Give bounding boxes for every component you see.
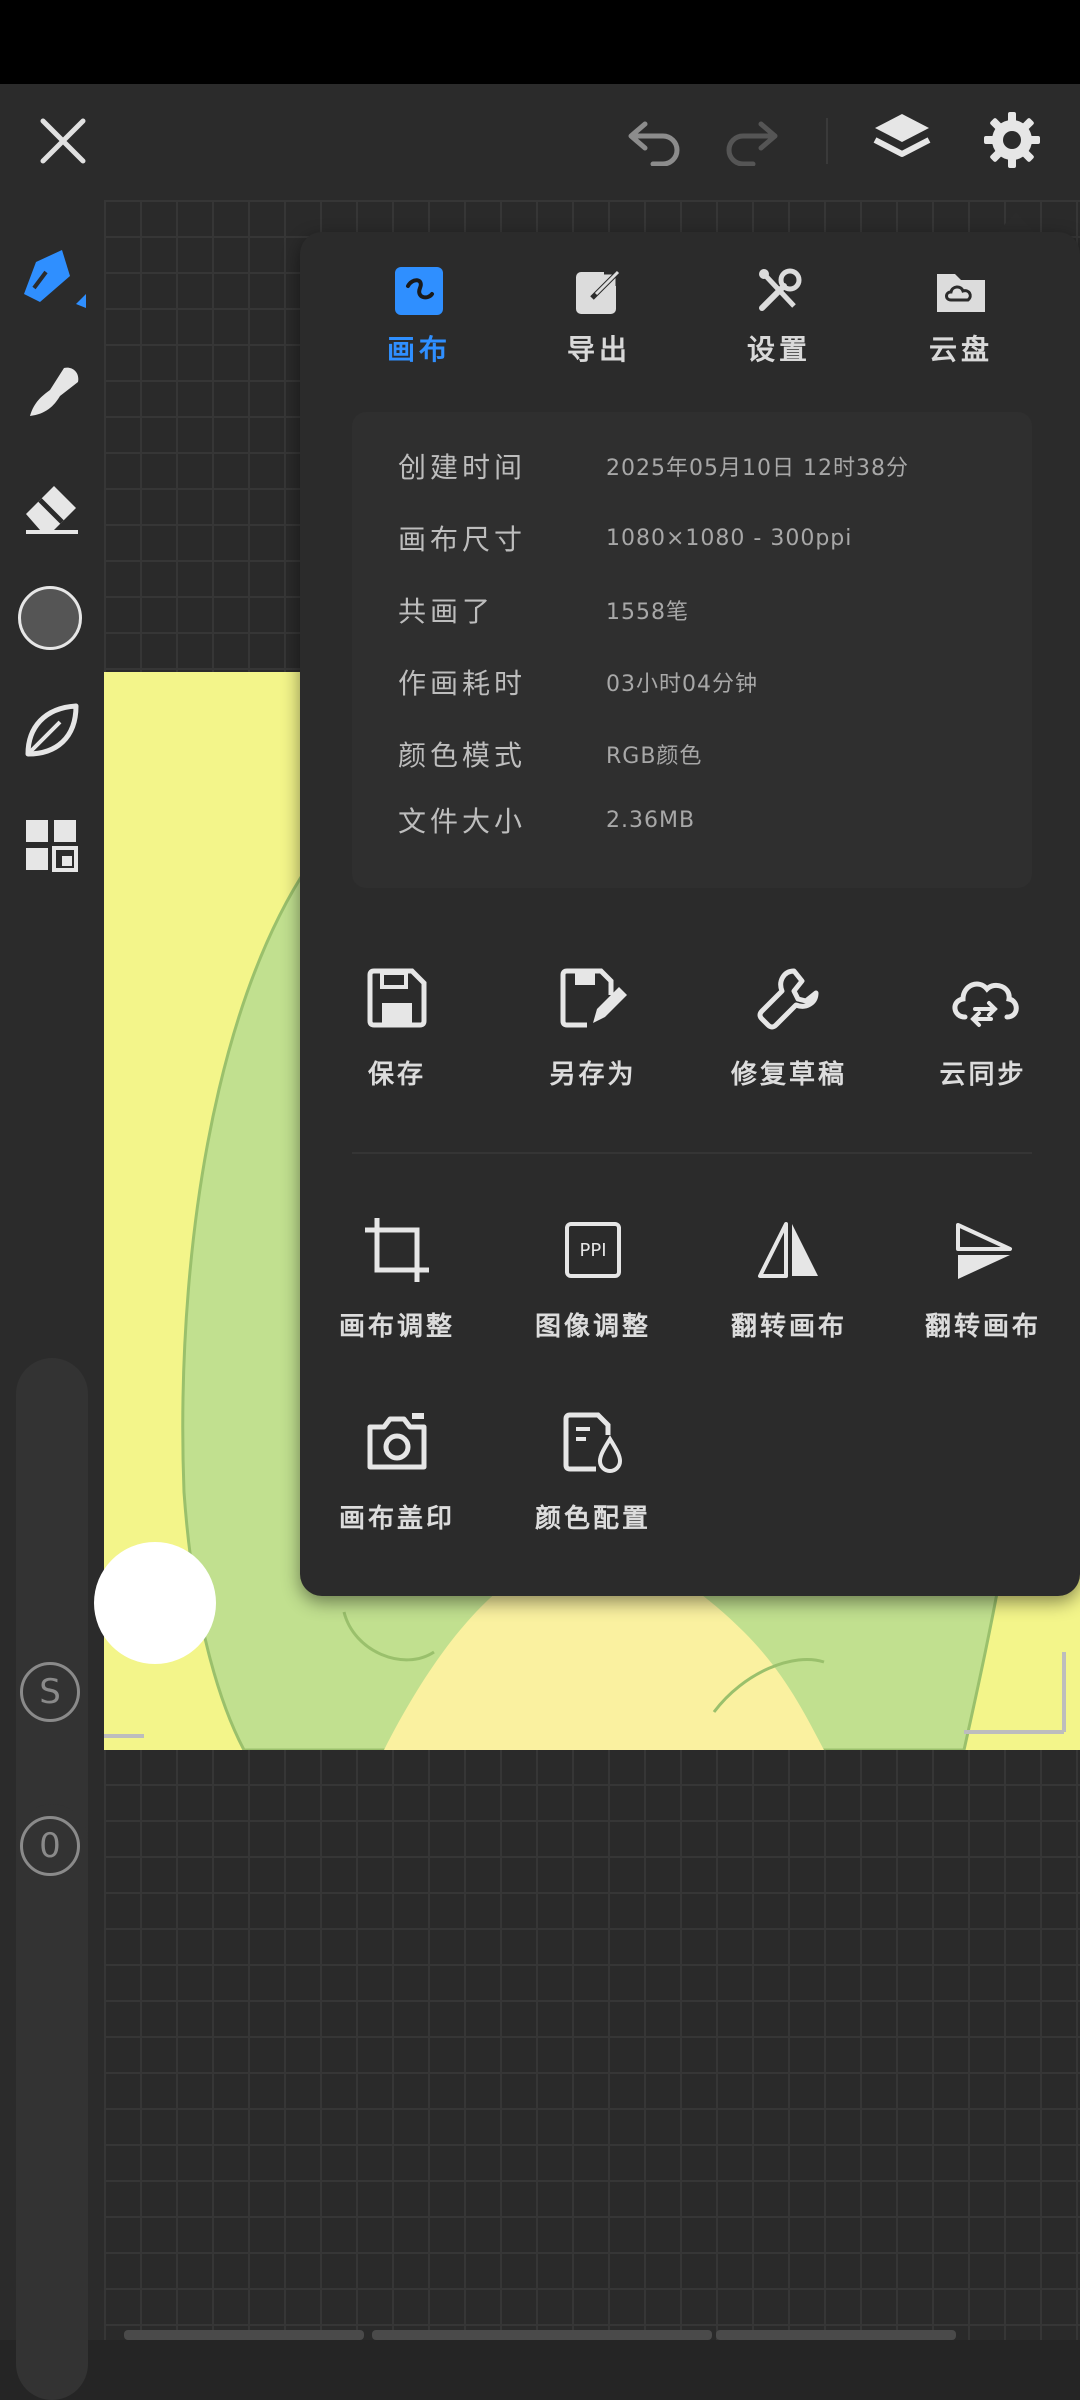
toolbar-divider [826, 118, 828, 164]
save-label: 保存 [367, 1060, 426, 1090]
redo-icon[interactable] [716, 108, 786, 174]
info-label: 文件大小 [398, 805, 527, 838]
tab-settings[interactable]: 设置 [704, 264, 854, 394]
save-as-icon [555, 960, 631, 1036]
flip-vertical-icon [945, 1212, 1021, 1288]
tool-sidebar: S 0 [0, 200, 104, 2400]
eraser-icon[interactable] [14, 468, 90, 544]
save-icon [359, 960, 435, 1036]
cloud-sync-label: 云同步 [939, 1060, 1027, 1090]
ppi-icon: PPI [555, 1212, 631, 1288]
actions-divider [352, 1152, 1032, 1154]
repair-icon [751, 960, 827, 1036]
brush-icon[interactable] [14, 240, 90, 316]
canvas-handle[interactable] [94, 1542, 216, 1664]
info-row-strokes: 共画了 1558笔 [398, 580, 1018, 640]
flip-vertical-button[interactable]: 翻转画布 [888, 1212, 1078, 1362]
flip-horizontal-icon [751, 1212, 827, 1288]
brush-size-badge: S [20, 1662, 80, 1722]
canvas-adjust-label: 画布调整 [338, 1312, 455, 1342]
bottom-tab-strip [372, 2330, 712, 2340]
save-as-label: 另存为 [549, 1060, 637, 1090]
opacity-slider[interactable] [16, 1804, 88, 2400]
tab-canvas[interactable]: 画布 [344, 264, 494, 394]
flip-vertical-label: 翻转画布 [924, 1312, 1041, 1342]
info-row-file-size: 文件大小 2.36MB [398, 790, 1018, 850]
info-label: 作画耗时 [398, 667, 527, 700]
canvas-stamp-label: 画布盖印 [338, 1504, 455, 1534]
canvas-stamp-button[interactable]: 画布盖印 [302, 1404, 492, 1554]
info-label: 创建时间 [398, 451, 527, 484]
repair-draft-button[interactable]: 修复草稿 [694, 960, 884, 1110]
image-adjust-button[interactable]: PPI 图像调整 [498, 1212, 688, 1362]
tab-cloud-label: 云盘 [928, 333, 993, 366]
info-value: 1558笔 [606, 600, 689, 625]
settings-tools-icon [752, 264, 806, 318]
save-as-button[interactable]: 另存为 [498, 960, 688, 1110]
grid-menu-icon[interactable] [14, 808, 90, 884]
smudge-icon[interactable] [14, 354, 90, 430]
info-row-size: 画布尺寸 1080×1080 - 300ppi [398, 508, 1018, 568]
color-profile-icon [555, 1404, 631, 1480]
canvas-info-box: 创建时间 2025年05月10日 12时38分 画布尺寸 1080×1080 -… [352, 412, 1032, 888]
leaf-icon[interactable] [14, 692, 90, 768]
repair-label: 修复草稿 [730, 1060, 847, 1090]
info-value: 2025年05月10日 12时38分 [606, 456, 909, 481]
status-bar [0, 0, 1080, 84]
camera-icon [359, 1404, 435, 1480]
info-value: 1080×1080 - 300ppi [606, 525, 853, 551]
cloud-folder-icon [934, 264, 988, 318]
gear-icon[interactable] [976, 104, 1048, 176]
tab-cloud[interactable]: 云盘 [886, 264, 1036, 394]
tab-export-label: 导出 [566, 333, 631, 366]
cloud-sync-button[interactable]: 云同步 [888, 960, 1078, 1110]
info-value: 03小时04分钟 [606, 672, 758, 697]
flip-horizontal-button[interactable]: 翻转画布 [694, 1212, 884, 1362]
info-label: 共画了 [398, 595, 495, 628]
tab-canvas-label: 画布 [386, 333, 451, 366]
ppi-icon-text: PPI [565, 1222, 621, 1278]
flip-horizontal-label: 翻转画布 [730, 1312, 847, 1342]
save-button[interactable]: 保存 [302, 960, 492, 1110]
export-icon [572, 264, 626, 318]
info-value: 2.36MB [606, 807, 696, 833]
cloud-sync-icon [945, 960, 1021, 1036]
opacity-badge: 0 [20, 1816, 80, 1876]
info-value: RGB颜色 [606, 744, 703, 769]
info-label: 颜色模式 [398, 739, 527, 772]
canvas-settings-panel: 画布 导出 设置 云盘 创建时间 2025年05月10日 12时38分 画布尺寸… [300, 232, 1080, 1596]
tab-export[interactable]: 导出 [524, 264, 674, 394]
layers-icon[interactable] [866, 104, 938, 176]
tab-settings-label: 设置 [746, 333, 811, 366]
bottom-tab-strip [716, 2330, 956, 2340]
close-icon[interactable] [30, 108, 96, 174]
info-row-duration: 作画耗时 03小时04分钟 [398, 652, 1018, 712]
color-swatch[interactable] [18, 586, 82, 650]
crop-icon [359, 1212, 435, 1288]
canvas-adjust-button[interactable]: 画布调整 [302, 1212, 492, 1362]
bottom-tab-strip [124, 2330, 364, 2340]
info-label: 画布尺寸 [398, 523, 527, 556]
canvas-icon [392, 264, 446, 318]
image-adjust-label: 图像调整 [534, 1312, 651, 1342]
color-profile-button[interactable]: 颜色配置 [498, 1404, 688, 1554]
undo-icon[interactable] [620, 108, 690, 174]
color-profile-label: 颜色配置 [534, 1504, 651, 1534]
top-toolbar [0, 84, 1080, 200]
info-row-created: 创建时间 2025年05月10日 12时38分 [398, 436, 1018, 496]
panel-pointer [996, 212, 1036, 234]
info-row-color-mode: 颜色模式 RGB颜色 [398, 724, 1018, 784]
